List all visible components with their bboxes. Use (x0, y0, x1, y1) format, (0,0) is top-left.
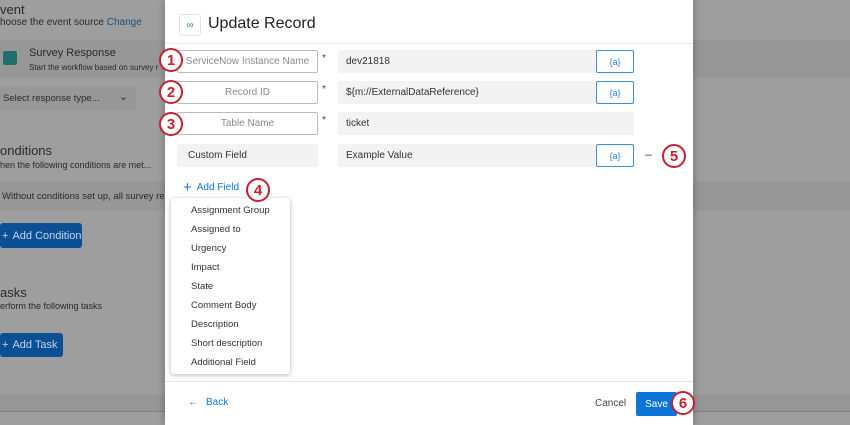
add-field-label: Add Field (196, 182, 240, 193)
dropdown-item[interactable]: Short description (171, 334, 290, 353)
chevron-down-icon: ⌄ (118, 91, 128, 103)
value-text: dev21818 (346, 56, 390, 67)
callout-badge: 2 (159, 80, 183, 104)
event-sub: hoose the event source (0, 17, 104, 28)
tasks-heading: asks (0, 285, 27, 300)
dropdown-item[interactable]: State (171, 277, 290, 296)
back-label: Back (206, 397, 229, 408)
dropdown-item[interactable]: Urgency (171, 239, 290, 258)
select-placeholder: Select response type... (3, 93, 100, 104)
clipboard-icon (3, 51, 17, 65)
field-value-record-id[interactable]: ${m://ExternalDataReference} {a} (338, 81, 634, 104)
piped-text-button[interactable]: {a} (596, 50, 634, 73)
custom-field-label[interactable]: Custom Field (177, 144, 318, 167)
field-value-table-name[interactable]: ticket (338, 112, 634, 135)
callout-badge: 3 (159, 112, 183, 136)
required-marker: * (322, 115, 326, 126)
add-condition-button[interactable]: + Add Condition (0, 223, 82, 248)
field-label-table-name[interactable]: Table Name (177, 112, 318, 135)
dropdown-item[interactable]: Assignment Group (171, 201, 290, 220)
footer-divider (165, 381, 693, 382)
survey-response-sub: Start the workflow based on survey r (29, 63, 159, 72)
dropdown-item[interactable]: Impact (171, 258, 290, 277)
add-field-button[interactable]: + Add Field (183, 179, 239, 196)
callout-badge: 1 (159, 48, 183, 72)
add-task-label: Add Task (12, 339, 58, 351)
tasks-sub: erform the following tasks (0, 301, 103, 311)
required-marker: * (322, 84, 326, 95)
required-marker: * (322, 53, 326, 64)
update-record-modal: ∞ Update Record ServiceNow Instance Name… (165, 0, 693, 425)
back-button[interactable]: ← Back (188, 397, 228, 408)
field-label-record-id[interactable]: Record ID (177, 81, 318, 104)
field-value-instance-name[interactable]: dev21818 {a} (338, 50, 634, 73)
callout-badge: 5 (662, 144, 686, 168)
piped-text-button[interactable]: {a} (596, 144, 634, 167)
field-type-dropdown: Assignment Group Assigned to Urgency Imp… (171, 198, 290, 374)
plus-icon: + (2, 229, 9, 242)
modal-title: Update Record (208, 15, 316, 32)
cancel-button[interactable]: Cancel (595, 398, 626, 409)
divider (165, 43, 693, 44)
add-task-button[interactable]: + Add Task (0, 333, 63, 357)
custom-field-value[interactable]: Example Value {a} (338, 144, 634, 167)
conditions-notice: Without conditions set up, all survey re… (2, 191, 175, 202)
response-type-select[interactable]: Select response type... ⌄ (0, 87, 136, 111)
field-label-instance-name[interactable]: ServiceNow Instance Name (177, 50, 318, 73)
dropdown-item[interactable]: Assigned to (171, 220, 290, 239)
survey-response-title: Survey Response (29, 47, 116, 59)
event-heading: vent (0, 2, 25, 17)
plus-icon: + (183, 179, 192, 196)
change-link[interactable]: Change (107, 17, 142, 28)
arrow-left-icon: ← (188, 397, 198, 408)
dropdown-item[interactable]: Description (171, 315, 290, 334)
piped-text-button[interactable]: {a} (596, 81, 634, 104)
conditions-heading: onditions (0, 143, 53, 158)
value-text: Example Value (346, 150, 413, 161)
plus-icon: + (2, 339, 9, 351)
add-condition-label: Add Condition (12, 229, 82, 242)
value-text: ticket (346, 118, 370, 129)
value-text: ${m://ExternalDataReference} (346, 87, 479, 98)
callout-badge: 4 (246, 178, 270, 202)
callout-badge: 6 (671, 391, 695, 415)
servicenow-icon: ∞ (179, 14, 201, 36)
dropdown-item[interactable]: Additional Field (171, 353, 290, 372)
remove-field-button[interactable]: – (645, 147, 652, 161)
dropdown-item[interactable]: Comment Body (171, 296, 290, 315)
conditions-sub: hen the following conditions are met... (0, 160, 152, 170)
